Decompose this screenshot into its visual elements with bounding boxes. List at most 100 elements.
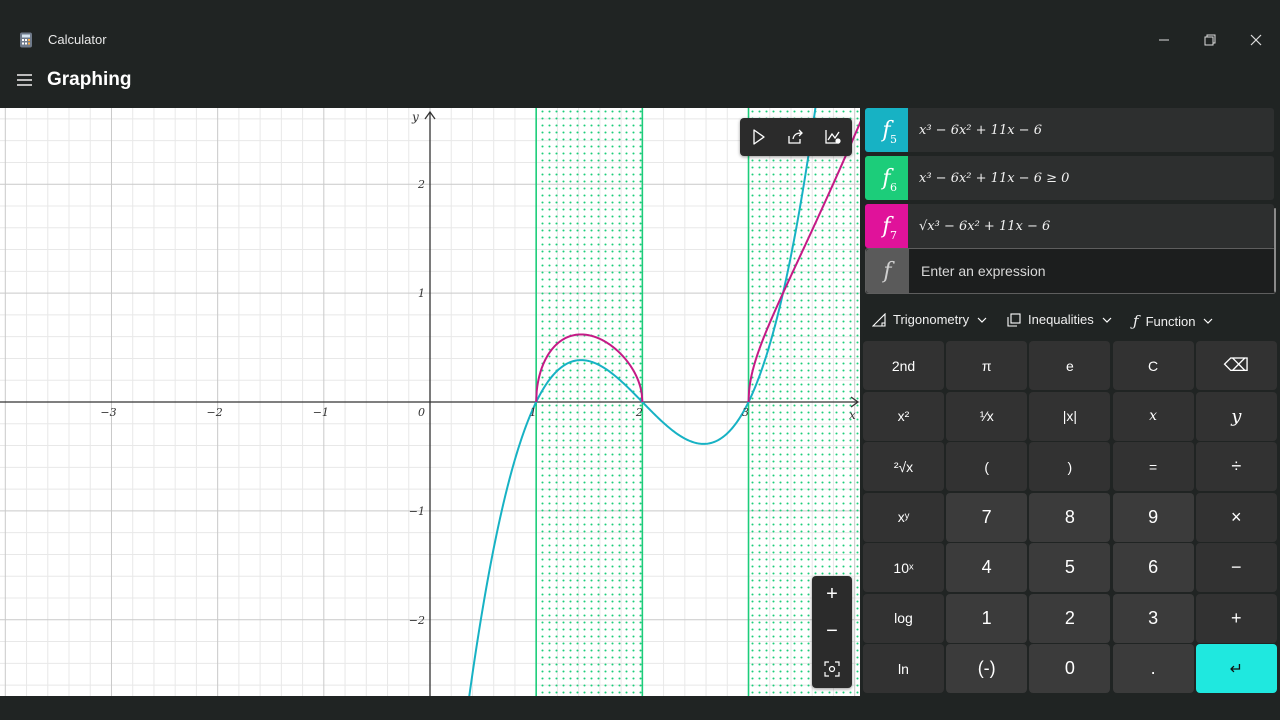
function-color-swatch[interactable]: f5 — [865, 108, 908, 152]
decimal-button[interactable]: . — [1112, 644, 1194, 693]
app-header: Graphing — [0, 64, 1280, 108]
key-label: ⌫ — [1223, 355, 1250, 375]
eight-button[interactable]: 8 — [1029, 492, 1111, 542]
enter-button[interactable]: ↵ — [1195, 644, 1277, 693]
function-placeholder-swatch: f — [866, 249, 909, 293]
restore-icon[interactable] — [1196, 26, 1224, 54]
title-bar: Calculator — [0, 0, 1280, 64]
graph-canvas[interactable]: −3 −2 −1 0 1 2 3 2 1 −1 −2 x y + − — [0, 108, 860, 696]
function-row-f6[interactable]: f6 x³ − 6x² + 11x − 6 ≥ 0 — [865, 156, 1274, 200]
ln-button[interactable]: ln — [863, 644, 944, 693]
y-tick-label: −2 — [409, 614, 425, 627]
multiply-button[interactable]: × — [1195, 492, 1277, 542]
absolute-button[interactable]: |x| — [1029, 391, 1111, 441]
keypad: 2nd π e C ⌫ x² ¹⁄x |x| x y ²√x () = ÷ xʸ 7 8 9 × 10ˣ 4 5 6 − log… — [863, 341, 1279, 693]
function-index: 7 — [890, 229, 897, 242]
two-button[interactable]: 2 — [1029, 593, 1111, 643]
nine-button[interactable]: 9 — [1112, 492, 1194, 542]
key-label: π — [981, 357, 992, 374]
graph-plot[interactable]: −3 −2 −1 0 1 2 3 2 1 −1 −2 x y — [0, 108, 860, 696]
square-button[interactable]: x² — [863, 391, 944, 441]
zoom-out-button[interactable]: − — [817, 617, 847, 647]
close-icon[interactable] — [1242, 26, 1270, 54]
x-axis-label: x — [849, 408, 856, 422]
backspace-button[interactable]: ⌫ — [1195, 341, 1277, 390]
key-label: × — [1231, 506, 1242, 527]
key-label: 5 — [1064, 557, 1075, 577]
clear-button[interactable]: C — [1112, 341, 1194, 390]
key-label: y — [1231, 405, 1242, 427]
five-button[interactable]: 5 — [1029, 543, 1111, 592]
log-button[interactable]: log — [863, 593, 944, 643]
y-tick-label: 1 — [418, 287, 425, 300]
x-tick-label: 3 — [742, 406, 749, 419]
expression-input[interactable] — [919, 262, 1263, 280]
key-label: e — [1065, 357, 1074, 374]
one-button[interactable]: 1 — [946, 593, 1028, 643]
trigonometry-dropdown[interactable]: Trigonometry — [872, 312, 987, 327]
x-tick-label: 0 — [418, 406, 425, 419]
function-expression: x³ − 6x² + 11x − 6 ≥ 0 — [919, 170, 1070, 186]
divide-button[interactable]: ÷ — [1195, 442, 1277, 491]
key-label: ( — [984, 458, 990, 475]
minus-button[interactable]: − — [1195, 543, 1277, 592]
key-label: − — [1231, 557, 1242, 577]
key-label: 2 — [1064, 607, 1075, 628]
plus-button[interactable]: + — [1195, 593, 1277, 643]
scrollbar[interactable] — [1274, 208, 1276, 292]
x-tick-label: 1 — [530, 406, 537, 419]
key-label: (-) — [977, 658, 996, 678]
key-label: 4 — [981, 557, 992, 577]
function-color-swatch[interactable]: f6 — [865, 156, 908, 200]
key-label: C — [1148, 357, 1159, 374]
keypad-dropdown-bar: Trigonometry Inequalities ƒ Function — [860, 304, 1280, 340]
key-label: = — [1149, 458, 1158, 475]
zoom-in-button[interactable]: + — [817, 580, 847, 610]
function-row-f7[interactable]: f7 √x³ − 6x² + 11x − 6 — [865, 204, 1274, 248]
reciprocal-button[interactable]: ¹⁄x — [946, 391, 1028, 441]
x-tick-label: 2 — [635, 406, 643, 419]
function-dropdown[interactable]: ƒ Function — [1133, 312, 1213, 330]
graph-toolbar — [740, 118, 852, 156]
function-label: f — [883, 258, 892, 284]
zero-button[interactable]: 0 — [1029, 644, 1111, 693]
ten-power-button[interactable]: 10ˣ — [863, 543, 944, 592]
expression-input-row[interactable]: f — [865, 248, 1276, 294]
inequalities-dropdown[interactable]: Inequalities — [1007, 312, 1112, 327]
e-button[interactable]: e — [1029, 341, 1111, 390]
key-label: 6 — [1148, 557, 1159, 577]
square-root-button[interactable]: ²√x — [863, 442, 944, 491]
six-button[interactable]: 6 — [1112, 543, 1194, 592]
graph-options-icon[interactable] — [819, 123, 847, 151]
function-expression: √x³ − 6x² + 11x − 6 — [919, 218, 1051, 234]
close-paren-button[interactable]: ) — [1029, 442, 1111, 491]
key-label: x² — [897, 408, 910, 424]
key-label: ÷ — [1231, 456, 1242, 476]
chevron-down-icon — [977, 317, 987, 323]
inequality-icon — [1007, 312, 1021, 327]
zoom-fit-icon[interactable] — [817, 654, 847, 684]
x-variable-button[interactable]: x — [1112, 391, 1194, 441]
y-variable-button[interactable]: y — [1195, 391, 1277, 441]
four-button[interactable]: 4 — [946, 543, 1028, 592]
pi-button[interactable]: π — [946, 341, 1028, 390]
second-button[interactable]: 2nd — [863, 341, 944, 390]
seven-button[interactable]: 7 — [946, 492, 1028, 542]
power-button[interactable]: xʸ — [863, 492, 944, 542]
triangle-icon — [872, 312, 886, 327]
minimize-icon[interactable] — [1150, 26, 1178, 54]
equals-button[interactable]: = — [1112, 442, 1194, 491]
hamburger-icon[interactable] — [12, 68, 38, 92]
share-icon[interactable] — [782, 123, 810, 151]
function-row-f5[interactable]: f5 x³ − 6x² + 11x − 6 — [865, 108, 1274, 152]
negate-button[interactable]: (-) — [946, 644, 1028, 693]
key-label: |x| — [1062, 408, 1078, 424]
trace-icon[interactable] — [745, 123, 773, 151]
three-button[interactable]: 3 — [1112, 593, 1194, 643]
open-paren-button[interactable]: ( — [946, 442, 1028, 491]
function-color-swatch[interactable]: f7 — [865, 204, 908, 248]
page-title: Graphing — [47, 69, 132, 90]
function-icon: ƒ — [1133, 312, 1139, 330]
zoom-controls: + − — [812, 576, 852, 688]
dropdown-label: Function — [1145, 313, 1196, 329]
